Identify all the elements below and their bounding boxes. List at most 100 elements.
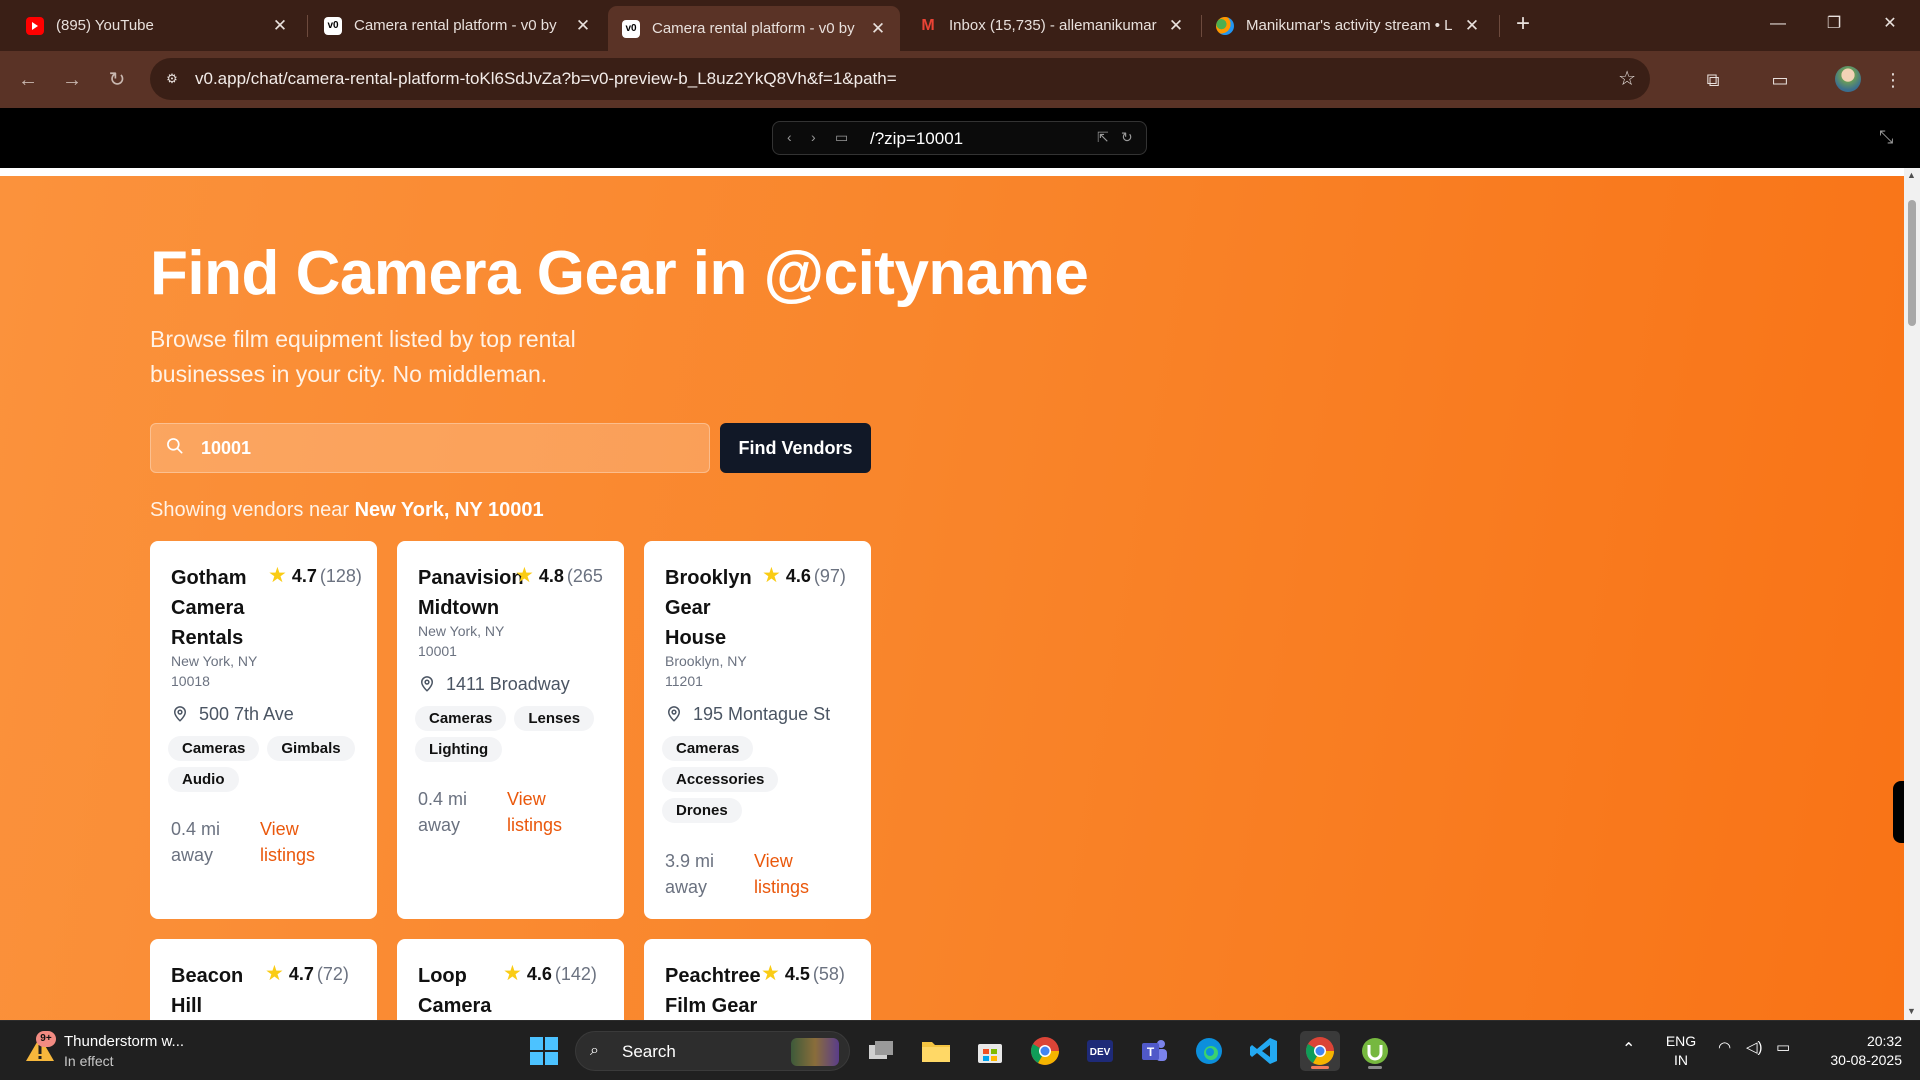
close-icon[interactable]: ✕: [1168, 16, 1184, 36]
battery-icon[interactable]: ▭: [1776, 1038, 1790, 1056]
task-view-icon[interactable]: [861, 1031, 901, 1071]
page-scrollbar[interactable]: ▲ ▼: [1904, 168, 1920, 1020]
equipment-tags: Cameras Lenses Lighting: [415, 706, 615, 762]
v0-icon: v0: [622, 19, 640, 38]
vendor-address: 195 Montague St: [665, 704, 830, 725]
close-icon[interactable]: ✕: [1464, 16, 1480, 36]
address-text: 500 7th Ave: [199, 704, 294, 724]
dev-icon[interactable]: DEV: [1080, 1031, 1120, 1071]
vendor-card[interactable]: Panavision Midtown ★ 4.8 (265 New York, NY…: [397, 541, 624, 919]
review-count: (97): [813, 566, 846, 586]
close-icon[interactable]: ✕: [870, 19, 886, 39]
vendor-address: 1411 Broadway: [418, 674, 570, 695]
preview-refresh-icon[interactable]: ↻: [1121, 129, 1133, 146]
review-count: (142): [554, 964, 597, 984]
star-icon: ★: [503, 962, 522, 985]
close-window-icon[interactable]: ✕: [1862, 0, 1918, 48]
page-title: Find Camera Gear in @cityname: [150, 239, 1089, 308]
site-settings-icon[interactable]: ⚙: [162, 69, 182, 89]
tab-linkedin-learning[interactable]: Manikumar's activity stream • L ✕: [1202, 6, 1494, 45]
vendor-name: Beacon Hill: [171, 965, 244, 1017]
forward-icon[interactable]: →: [57, 65, 87, 95]
review-count: (58): [812, 964, 845, 984]
youtube-icon: [26, 16, 44, 35]
volume-icon[interactable]: ◁): [1746, 1038, 1763, 1056]
find-vendors-button[interactable]: Find Vendors: [720, 423, 871, 473]
tab-youtube[interactable]: (895) YouTube ✕: [12, 6, 302, 45]
tag-chip: Gimbals: [267, 736, 355, 761]
windows-start-icon[interactable]: [524, 1031, 564, 1071]
vendor-card[interactable]: Loop Camera ★ 4.6 (142): [397, 939, 624, 1020]
device-monitor-icon[interactable]: ▭: [835, 129, 848, 146]
vendor-name: Panavision Midtown: [418, 567, 524, 619]
media-search-icon[interactable]: ▭: [1767, 67, 1793, 93]
close-icon[interactable]: ✕: [272, 16, 288, 36]
tab-v0-camera-rental[interactable]: v0 Camera rental platform - v0 by ✕: [310, 6, 605, 45]
address-bar[interactable]: ⚙ v0.app/chat/camera-rental-platform-toK…: [150, 58, 1650, 100]
preview-path[interactable]: /?zip=10001: [870, 129, 963, 149]
profile-avatar[interactable]: [1835, 66, 1861, 92]
view-listings-link[interactable]: View listings: [260, 816, 330, 868]
edge-icon[interactable]: [1189, 1031, 1229, 1071]
vendor-name: Peachtree Film Gear: [665, 965, 761, 1017]
back-icon[interactable]: ←: [13, 65, 43, 95]
tab-label: Manikumar's activity stream • L: [1246, 17, 1453, 34]
language-indicator[interactable]: ENG IN: [1665, 1032, 1697, 1070]
microsoft-store-icon[interactable]: [970, 1031, 1010, 1071]
vendor-card[interactable]: Beacon Hill ★ 4.7 (72): [150, 939, 377, 1020]
reload-icon[interactable]: ↻: [102, 65, 132, 95]
map-pin-icon: [173, 706, 187, 722]
scrollbar-thumb[interactable]: [1908, 200, 1916, 326]
chrome-glyph: [1031, 1037, 1059, 1065]
vendor-card[interactable]: Brooklyn Gear House ★ 4.6 (97) Brooklyn, N…: [644, 541, 871, 919]
file-explorer-icon[interactable]: [916, 1031, 956, 1071]
view-listings-link[interactable]: View listings: [507, 786, 577, 838]
preview-forward-icon[interactable]: ›: [811, 129, 816, 145]
chrome-icon[interactable]: [1025, 1031, 1065, 1071]
minimize-icon[interactable]: —: [1750, 0, 1806, 48]
running-app-indicator: [1368, 1066, 1382, 1069]
chrome-active-icon[interactable]: [1300, 1031, 1340, 1071]
weather-widget[interactable]: 9+ Thunderstorm w... In effect: [20, 1029, 220, 1073]
vendor-card[interactable]: Gotham Camera Rentals ★ 4.7 (128) New York…: [150, 541, 377, 919]
windows-taskbar: 9+ Thunderstorm w... In effect ⌕ Search …: [0, 1020, 1920, 1080]
bookmark-star-icon[interactable]: ☆: [1618, 66, 1636, 91]
restore-icon[interactable]: ❐: [1806, 0, 1862, 48]
vendor-card[interactable]: Peachtree Film Gear ★ 4.5 (58): [644, 939, 871, 1020]
zip-search-value[interactable]: 10001: [201, 438, 251, 459]
tab-v0-camera-rental-active[interactable]: v0 Camera rental platform - v0 by ✕: [608, 6, 900, 51]
utorrent-glyph: [1362, 1038, 1388, 1064]
tab-gmail[interactable]: M Inbox (15,735) - allemanikumar ✕: [905, 6, 1198, 45]
vscode-icon[interactable]: [1244, 1031, 1284, 1071]
address-text: 195 Montague St: [693, 704, 831, 724]
taskbar-search[interactable]: ⌕ Search: [575, 1031, 850, 1071]
scroll-up-icon[interactable]: ▲: [1907, 170, 1916, 180]
open-external-icon[interactable]: ⇱: [1097, 129, 1109, 146]
map-pin-icon: [667, 706, 681, 722]
scroll-down-icon[interactable]: ▼: [1907, 1006, 1916, 1016]
chevron-up-icon[interactable]: ⌃: [1622, 1039, 1635, 1059]
wifi-icon[interactable]: ◠: [1718, 1038, 1731, 1056]
star-icon: ★: [268, 564, 287, 587]
collapse-icon[interactable]: ⤡: [1879, 127, 1893, 148]
task-view-glyph: [869, 1041, 893, 1059]
extensions-icon[interactable]: ⧉: [1700, 67, 1726, 93]
menu-kebab-icon[interactable]: ⋮: [1880, 67, 1906, 93]
page-subtitle: Browse film equipment listed by top rent…: [150, 326, 576, 387]
close-icon[interactable]: ✕: [575, 16, 591, 36]
new-tab-button[interactable]: +: [1509, 10, 1537, 38]
vendor-distance: 3.9 mi away: [665, 851, 715, 897]
preview-back-icon[interactable]: ‹: [787, 129, 792, 145]
taskbar-search-placeholder: Search: [622, 1042, 676, 1061]
vscode-glyph: [1250, 1038, 1277, 1064]
showing-vendors-text: Showing vendors near New York, NY 10001: [150, 499, 544, 522]
system-clock[interactable]: 20:32 30-08-2025: [1802, 1032, 1902, 1070]
tag-chip: Cameras: [662, 736, 754, 761]
url-text[interactable]: v0.app/chat/camera-rental-platform-toKl6…: [195, 69, 897, 89]
zip-search-input[interactable]: 10001: [150, 423, 710, 473]
utorrent-icon[interactable]: [1355, 1031, 1395, 1071]
teams-icon[interactable]: T: [1134, 1031, 1174, 1071]
equipment-tags: Cameras Gimbals Audio: [168, 736, 368, 792]
tab-label: Inbox (15,735) - allemanikumar: [949, 17, 1157, 34]
view-listings-link[interactable]: View listings: [754, 848, 824, 900]
